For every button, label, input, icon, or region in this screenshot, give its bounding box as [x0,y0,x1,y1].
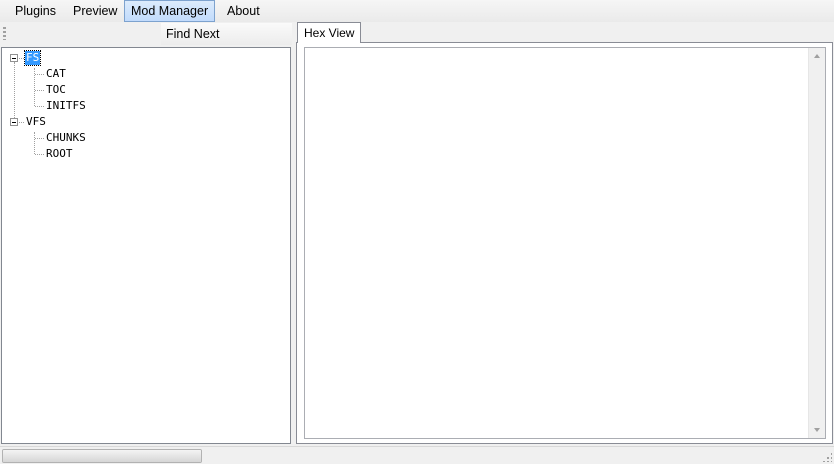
tree-connector-line [35,106,44,107]
tab-hex-view[interactable]: Hex View [297,22,362,43]
collapse-icon[interactable] [10,54,18,62]
resize-grip-icon[interactable] [822,452,832,462]
menu-item-preview[interactable]: Preview [66,0,124,22]
scroll-up-arrow-icon[interactable] [814,54,820,58]
tree-node-chunks[interactable]: CHUNKS [45,131,87,145]
tree-view[interactable]: FS CAT TOC INITFS VFS CHUNKS ROOT [1,47,291,444]
tree-connector-line [35,154,44,155]
find-next-button[interactable]: Find Next [161,23,292,45]
splitter[interactable] [292,22,295,445]
tree-connector-line [35,138,44,139]
tree-connector-line [35,74,44,75]
tree-connector-line [35,90,44,91]
progress-bar-fill [3,450,201,462]
vertical-scrollbar[interactable] [808,48,825,438]
tree-node-root[interactable]: ROOT [45,147,74,161]
toolstrip-grip[interactable] [3,27,6,40]
tree-node-initfs[interactable]: INITFS [45,99,87,113]
tree-connector-line [19,122,24,123]
menu-item-mod-manager[interactable]: Mod Manager [124,0,216,22]
status-bar [0,446,834,464]
tree-connector-line [34,132,35,154]
menu-bar: Plugins Preview Mod Manager About [0,0,834,22]
tree-connector-line [19,58,24,59]
hex-view-box[interactable] [304,47,826,439]
tree-node-fs[interactable]: FS [23,50,42,66]
progress-bar [2,449,202,463]
tree-connector-line [14,62,15,122]
tree-node-cat[interactable]: CAT [45,67,67,81]
tab-page-hex-view [296,42,833,444]
menu-item-about[interactable]: About [220,0,267,22]
scroll-down-arrow-icon[interactable] [814,428,820,432]
menu-item-plugins[interactable]: Plugins [8,0,63,22]
tree-node-vfs[interactable]: VFS [25,115,47,129]
tree-node-toc[interactable]: TOC [45,83,67,97]
collapse-icon[interactable] [10,118,18,126]
